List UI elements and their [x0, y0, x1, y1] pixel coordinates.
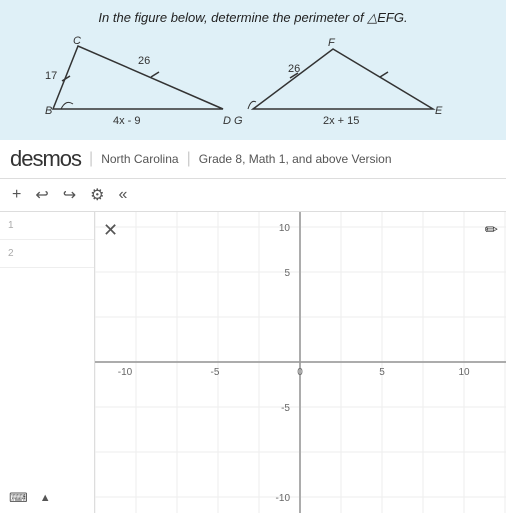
svg-text:0: 0	[297, 367, 303, 378]
row-2-number: 2	[8, 248, 14, 259]
svg-text:-10: -10	[276, 493, 291, 504]
problem-text: In the figure below, determine the perim…	[15, 10, 491, 26]
svg-text:-5: -5	[281, 403, 290, 414]
separator-2: |	[187, 150, 191, 168]
label-26-left: 26	[138, 55, 150, 67]
graph-svg: -5 0 5 10 -10 10 5 -5 -10	[95, 212, 506, 513]
grade-label: Grade 8, Math 1, and above Version	[199, 152, 392, 166]
region-label: North Carolina	[101, 152, 178, 166]
figure-container: C B 17 26 4x - 9 D G F 26 2x + 15 E	[23, 34, 483, 129]
expand-button[interactable]: ▲	[36, 490, 55, 506]
settings-button[interactable]: ⚙	[86, 183, 108, 207]
row-1-number: 1	[8, 220, 14, 231]
graph-area: ✕ ✏	[95, 212, 506, 513]
svg-text:-5: -5	[211, 367, 220, 378]
svg-text:5: 5	[284, 268, 290, 279]
desmos-logo: desmos	[10, 146, 81, 172]
add-button[interactable]: +	[8, 184, 25, 206]
label-e: E	[435, 105, 443, 117]
separator-1: |	[89, 150, 93, 168]
sidebar: 1 2 ⌨ ▲	[0, 212, 95, 513]
label-c: C	[73, 35, 81, 47]
label-4x9: 4x - 9	[113, 115, 141, 127]
problem-section: In the figure below, determine the perim…	[0, 0, 506, 140]
desmos-bar: desmos | North Carolina | Grade 8, Math …	[0, 140, 506, 179]
svg-text:-10: -10	[118, 367, 133, 378]
collapse-button[interactable]: «	[115, 184, 132, 206]
keyboard-button[interactable]: ⌨	[5, 488, 32, 508]
toolbar: + ↩ ↪ ⚙ «	[0, 179, 506, 212]
label-b: B	[45, 105, 52, 117]
main-area: 1 2 ⌨ ▲ ✕ ✏	[0, 212, 506, 513]
sidebar-row-2: 2	[0, 240, 94, 268]
svg-text:5: 5	[379, 367, 385, 378]
svg-text:10: 10	[458, 367, 470, 378]
label-2x15: 2x + 15	[323, 115, 359, 127]
label-17: 17	[45, 70, 57, 82]
sidebar-bottom: ⌨ ▲	[5, 488, 55, 508]
label-26-right: 26	[288, 63, 300, 75]
sidebar-row-1: 1	[0, 212, 94, 240]
undo-button[interactable]: ↩	[31, 183, 52, 207]
svg-text:10: 10	[279, 223, 291, 234]
close-icon[interactable]: ✕	[103, 220, 118, 241]
label-dg: D G	[223, 115, 243, 127]
label-f: F	[328, 37, 336, 49]
figure-svg: C B 17 26 4x - 9 D G F 26 2x + 15 E	[23, 34, 483, 129]
redo-button[interactable]: ↪	[59, 183, 80, 207]
pencil-icon[interactable]: ✏	[485, 220, 498, 240]
